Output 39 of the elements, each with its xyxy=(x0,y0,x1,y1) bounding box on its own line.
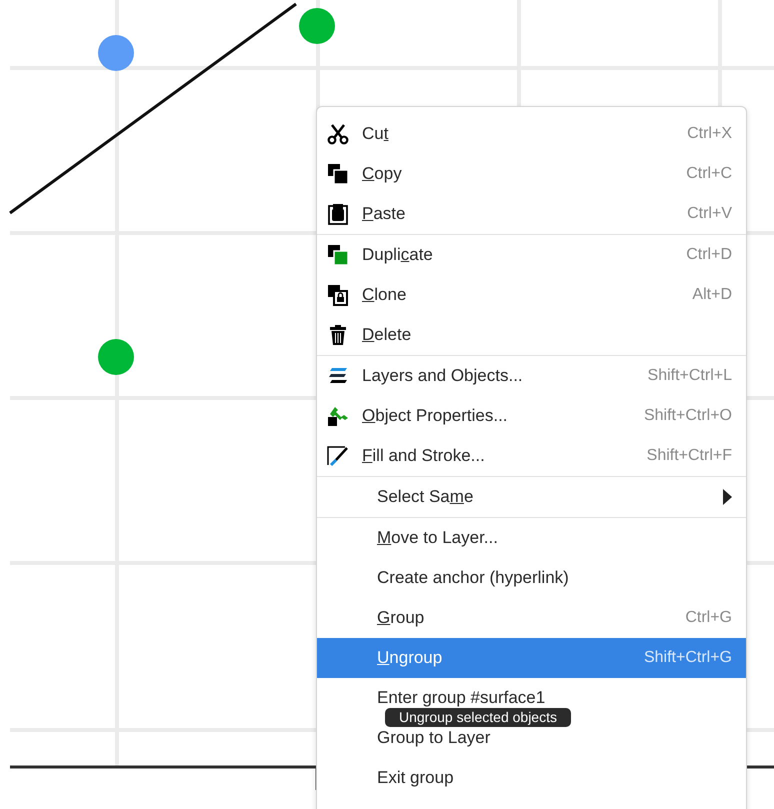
menu-item[interactable]: Clone xyxy=(362,282,406,308)
point-dot xyxy=(299,8,335,44)
shortcut-text: Ctrl+G xyxy=(685,608,732,628)
shortcut-text: Shift+Ctrl+F xyxy=(646,446,732,466)
menu-item[interactable]: Enter group #surface1 xyxy=(377,685,546,711)
menu-item[interactable]: Ungroup xyxy=(377,645,442,671)
menu-item[interactable]: Group xyxy=(377,605,424,631)
menu-item[interactable]: Delete xyxy=(362,322,412,348)
shortcut-text: Ctrl+D xyxy=(686,245,732,265)
shortcut-text: Shift+Ctrl+L xyxy=(648,366,732,386)
menu-item[interactable]: Create anchor (hyperlink) xyxy=(377,565,569,591)
menu-item[interactable]: Copy xyxy=(362,161,402,187)
menu-item[interactable]: Paste xyxy=(362,201,406,227)
menu-item[interactable]: Exit group xyxy=(377,765,454,791)
clone-icon xyxy=(327,284,349,306)
menu-item[interactable]: Layers and Objects... xyxy=(362,363,523,389)
shortcut-text: Shift+Ctrl+O xyxy=(644,406,732,426)
shortcut-text: Ctrl+V xyxy=(687,204,732,224)
brush-icon xyxy=(327,445,349,467)
shortcut-text: Ctrl+X xyxy=(687,124,732,144)
menu-item[interactable]: Move to Layer... xyxy=(377,525,498,551)
tooltip: Ungroup selected objects xyxy=(385,708,571,727)
duplicate-icon xyxy=(327,244,349,266)
trash-icon xyxy=(327,324,349,346)
menu-item[interactable]: Group to Layer xyxy=(377,725,490,751)
scissors-icon xyxy=(327,123,349,145)
menu-item[interactable]: Select Same xyxy=(377,484,474,510)
shortcut-text: Shift+Ctrl+G xyxy=(644,648,732,668)
clipboard-icon xyxy=(327,203,349,225)
menu-item[interactable]: Fill and Stroke... xyxy=(362,443,485,469)
shortcut-text: Ctrl+C xyxy=(686,164,732,184)
menu-item[interactable]: Duplicate xyxy=(362,242,433,268)
menu-item[interactable]: Object Properties... xyxy=(362,403,508,429)
wrench-icon xyxy=(327,405,349,427)
point-dot xyxy=(98,339,134,375)
menu-item[interactable]: Cut xyxy=(362,121,388,147)
point-dot xyxy=(98,35,134,71)
shortcut-text: Alt+D xyxy=(692,285,732,305)
copy-icon xyxy=(327,163,349,185)
